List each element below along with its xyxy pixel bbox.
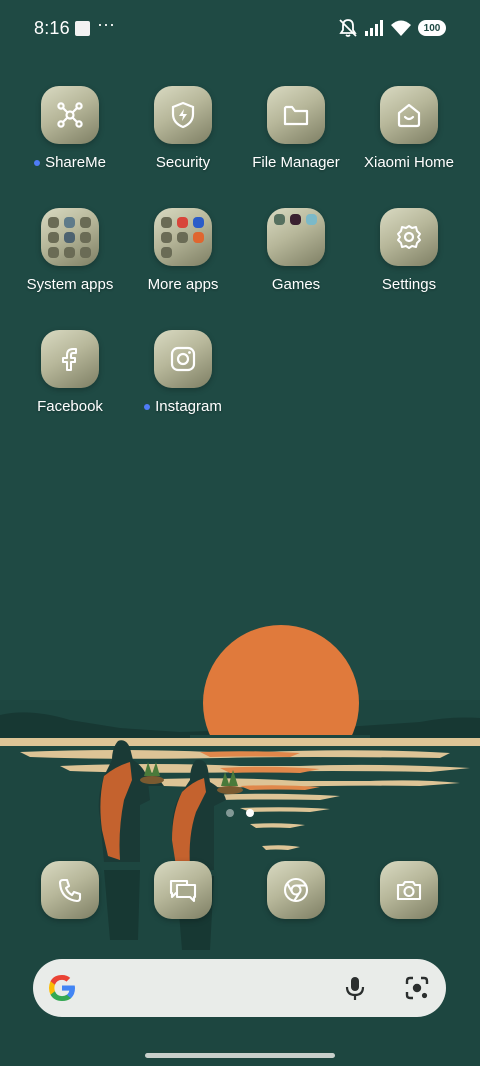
signal-icon: [365, 20, 383, 36]
app-label: System apps: [26, 276, 114, 293]
facebook-icon: [41, 330, 99, 388]
app-file-manager[interactable]: File Manager: [240, 86, 352, 171]
app-label: Settings: [381, 276, 437, 293]
app-shareme[interactable]: ShareMe: [14, 86, 126, 171]
mute-icon: [339, 19, 357, 37]
page-dot-1[interactable]: [226, 809, 234, 817]
microphone-icon[interactable]: [342, 975, 368, 1001]
messages-icon: [154, 861, 212, 919]
dock-messages[interactable]: [154, 861, 212, 919]
dock-chrome[interactable]: [267, 861, 325, 919]
folder-grid-icon: [154, 208, 212, 266]
instagram-icon: [154, 330, 212, 388]
battery-icon: 100: [418, 20, 446, 36]
status-bar: 8:16 ··· 100: [0, 0, 480, 56]
gear-icon: [380, 208, 438, 266]
dock-camera[interactable]: [380, 861, 438, 919]
app-label: Facebook: [37, 398, 103, 415]
dock-phone[interactable]: [41, 861, 99, 919]
more-notifications: ···: [97, 14, 115, 34]
shield-icon: [154, 86, 212, 144]
page-dot-2-active[interactable]: [246, 809, 254, 817]
share-icon: [41, 86, 99, 144]
chrome-icon: [267, 861, 325, 919]
folder-system-apps[interactable]: System apps: [14, 208, 126, 293]
clock: 8:16: [34, 18, 70, 38]
app-facebook[interactable]: Facebook: [14, 330, 126, 415]
wifi-icon: [391, 20, 411, 36]
app-label: Instagram: [155, 398, 222, 415]
app-label: Security: [155, 154, 211, 171]
app-label: Xiaomi Home: [363, 154, 455, 171]
notification-square-icon: [75, 21, 90, 36]
app-settings[interactable]: Settings: [353, 208, 465, 293]
app-label: File Manager: [252, 154, 340, 171]
camera-icon: [380, 861, 438, 919]
folder-icon: [267, 86, 325, 144]
folder-more-apps[interactable]: More apps: [127, 208, 239, 293]
folder-games[interactable]: Games: [240, 208, 352, 293]
phone-icon: [41, 861, 99, 919]
new-install-dot: [34, 159, 41, 166]
folder-grid-icon: [41, 208, 99, 266]
app-security[interactable]: Security: [127, 86, 239, 171]
gesture-navigation-bar[interactable]: [145, 1053, 335, 1058]
app-xiaomi-home[interactable]: Xiaomi Home: [353, 86, 465, 171]
app-label: Games: [271, 276, 321, 293]
google-lens-icon[interactable]: [404, 975, 430, 1001]
app-instagram[interactable]: Instagram: [127, 330, 239, 415]
app-label: More apps: [147, 276, 219, 293]
app-label: ShareMe: [45, 154, 106, 171]
google-g-icon[interactable]: [45, 971, 79, 1005]
new-install-dot: [144, 403, 151, 410]
google-search-bar[interactable]: [33, 959, 446, 1017]
home-icon: [380, 86, 438, 144]
folder-grid-icon: [267, 208, 325, 266]
